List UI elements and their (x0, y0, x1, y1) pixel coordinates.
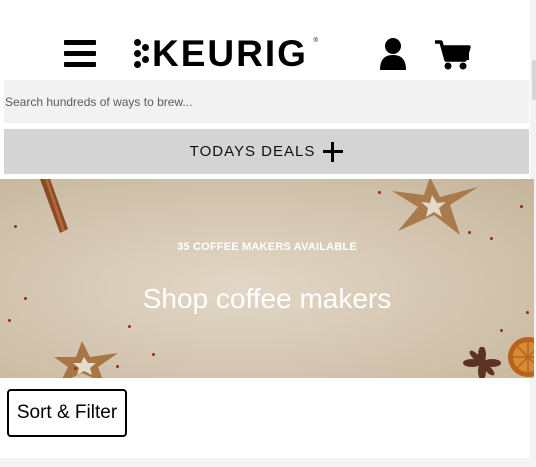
wooden-star-decoration-bottom (54, 341, 118, 378)
plus-icon (323, 141, 344, 162)
star-anise-decoration (463, 347, 501, 378)
product-count-text: 35 COFFEE MAKERS AVAILABLE (177, 241, 357, 253)
hero-headline: Shop coffee makers (142, 283, 392, 314)
search-input[interactable] (4, 80, 529, 123)
site-header: KEURIG ® (0, 0, 534, 78)
keurig-logo[interactable]: KEURIG ® (134, 33, 318, 74)
logo-registered-mark: ® (313, 38, 318, 44)
wooden-star-decoration (392, 179, 478, 235)
todays-deals-toggle[interactable]: TODAYS DEALS (4, 129, 529, 174)
logo-dots-icon (134, 38, 150, 70)
cinnamon-stick-decoration (40, 179, 68, 233)
dried-orange-decoration (508, 337, 534, 377)
logo-wordmark: KEURIG (152, 33, 308, 74)
hero-banner: 35 COFFEE MAKERS AVAILABLE Shop coffee m… (0, 179, 534, 378)
content-divider (0, 458, 534, 467)
search-bar[interactable] (4, 80, 529, 123)
account-person-icon[interactable] (378, 37, 408, 71)
hamburger-menu-icon[interactable] (64, 40, 96, 68)
sort-filter-button[interactable]: Sort & Filter (7, 389, 127, 437)
todays-deals-label: TODAYS DEALS (189, 143, 316, 160)
shopping-cart-icon[interactable] (435, 39, 471, 71)
